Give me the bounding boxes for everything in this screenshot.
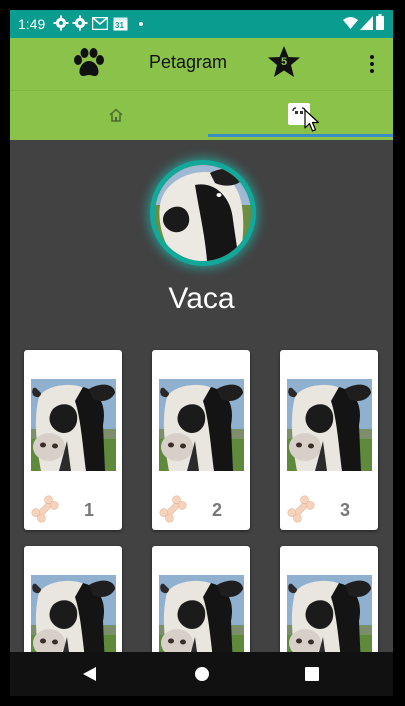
home-circle-icon[interactable] bbox=[194, 666, 210, 682]
gmail-icon bbox=[92, 17, 108, 30]
photo-card[interactable]: 3 bbox=[280, 350, 378, 530]
bone-icon bbox=[30, 494, 60, 524]
home-icon bbox=[109, 108, 123, 122]
photo-card[interactable] bbox=[280, 546, 378, 652]
favorites-star-button[interactable]: 5 bbox=[267, 45, 301, 79]
avatar[interactable] bbox=[150, 160, 256, 266]
back-icon[interactable] bbox=[82, 666, 98, 682]
photo-card[interactable] bbox=[152, 546, 250, 652]
paw-icon[interactable] bbox=[72, 48, 106, 78]
cow-photo bbox=[31, 575, 116, 652]
battery-icon bbox=[376, 14, 384, 30]
tab-profile[interactable] bbox=[208, 91, 393, 137]
status-bar: 1:49 31 bbox=[10, 10, 393, 38]
cow-photo bbox=[287, 575, 372, 652]
cow-photo bbox=[159, 379, 244, 471]
gear-icon bbox=[72, 15, 88, 31]
like-count: 3 bbox=[340, 500, 351, 520]
tab-home[interactable] bbox=[10, 91, 208, 137]
app-title: Petagram bbox=[149, 52, 228, 72]
gear-icon bbox=[53, 15, 69, 31]
avatar-photo bbox=[155, 165, 251, 261]
dot-icon bbox=[139, 22, 143, 26]
tab-indicator bbox=[208, 134, 393, 137]
bone-icon bbox=[158, 494, 188, 524]
like-count: 2 bbox=[212, 500, 223, 520]
calendar-day: 31 bbox=[115, 21, 124, 30]
cow-photo bbox=[159, 575, 244, 652]
app-toolbar: Petagram 5 bbox=[10, 38, 393, 90]
more-vert-icon[interactable] bbox=[368, 54, 376, 74]
cow-photo bbox=[31, 379, 116, 471]
wifi-icon bbox=[343, 17, 358, 29]
bone-icon bbox=[286, 494, 316, 524]
mouse-cursor-icon bbox=[304, 109, 320, 132]
like-count: 1 bbox=[84, 500, 95, 520]
system-nav-bar bbox=[10, 652, 393, 696]
profile-name: Vaca bbox=[168, 282, 235, 315]
phone-screen: 1:49 31 Petagram 5 Vaca 1 2 3 bbox=[10, 10, 393, 696]
tab-bar bbox=[10, 90, 393, 141]
star-badge-count: 5 bbox=[280, 56, 288, 68]
status-time: 1:49 bbox=[18, 16, 46, 32]
photo-card[interactable] bbox=[24, 546, 122, 652]
recents-icon[interactable] bbox=[305, 667, 319, 681]
cow-photo bbox=[287, 379, 372, 471]
signal-icon bbox=[360, 16, 373, 30]
profile-content: Vaca 1 2 3 bbox=[10, 140, 393, 652]
photo-card[interactable]: 2 bbox=[152, 350, 250, 530]
photo-card[interactable]: 1 bbox=[24, 350, 122, 530]
